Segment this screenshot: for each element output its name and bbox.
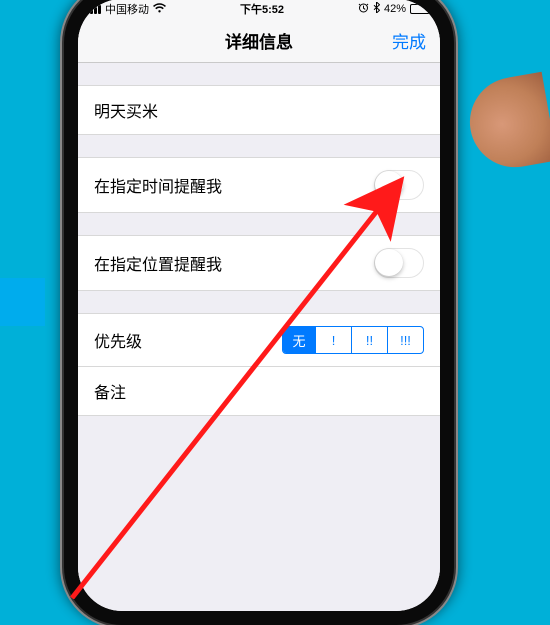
priority-high-button[interactable]: !!! [387, 327, 423, 353]
priority-row: 优先级 无 ! !! !!! [78, 313, 440, 367]
reminder-title-text: 明天买米 [94, 98, 158, 122]
location-alert-toggle[interactable] [374, 248, 424, 278]
priority-med-button[interactable]: !! [351, 327, 387, 353]
time-alert-row: 在指定时间提醒我 [78, 157, 440, 213]
page-title: 详细信息 [225, 28, 293, 53]
time-alert-toggle[interactable] [374, 170, 424, 200]
clock-label: 下午5:52 [240, 1, 284, 17]
priority-segmented: 无 ! !! !!! [282, 326, 424, 354]
bluetooth-icon [373, 2, 380, 16]
time-alert-label: 在指定时间提醒我 [94, 173, 222, 197]
nav-bar: 详细信息 完成 [78, 19, 440, 63]
reminder-title-row[interactable]: 明天买米 [78, 85, 440, 135]
priority-low-button[interactable]: ! [315, 327, 351, 353]
left-blue-square [0, 278, 45, 326]
carrier-label: 中国移动 [105, 1, 149, 17]
notes-row[interactable]: 备注 [78, 367, 440, 416]
status-bar: 中国移动 下午5:52 42% [78, 0, 440, 19]
wifi-icon [153, 3, 166, 15]
iphone-device: 中国移动 下午5:52 42% 详细信息 完成 [64, 0, 454, 625]
alarm-icon [358, 2, 369, 16]
finger-photo [463, 72, 550, 175]
signal-icon [86, 5, 101, 14]
location-alert-row: 在指定位置提醒我 [78, 235, 440, 291]
done-button[interactable]: 完成 [392, 28, 426, 53]
battery-icon [410, 4, 432, 14]
screen: 中国移动 下午5:52 42% 详细信息 完成 [78, 0, 440, 611]
battery-percent-label: 42% [384, 3, 406, 15]
location-alert-label: 在指定位置提醒我 [94, 251, 222, 275]
priority-none-button[interactable]: 无 [283, 327, 315, 353]
priority-label: 优先级 [94, 328, 142, 352]
footer-spacer [78, 416, 440, 625]
notes-label: 备注 [94, 379, 126, 403]
